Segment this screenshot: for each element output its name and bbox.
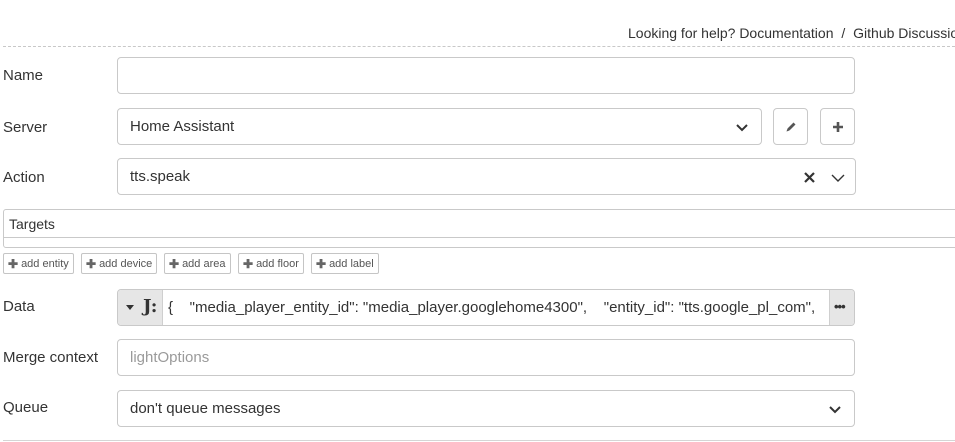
server-select[interactable]: Home Assistant [117,108,762,145]
divider [3,46,955,47]
edit-server-button[interactable] [773,108,808,145]
add-entity-button[interactable]: ✚ add entity [3,253,74,274]
add-entity-label: add entity [21,257,69,270]
plus-icon: ✚ [86,256,97,271]
chevron-down-icon [829,406,841,414]
caret-down-icon [126,305,134,310]
plus-icon: ✚ [316,256,327,271]
targets-header: Targets [9,216,55,232]
targets-divider [4,237,955,238]
add-device-label: add device [99,257,153,270]
server-select-value: Home Assistant [130,118,235,135]
close-icon[interactable] [803,171,816,184]
action-select-value: tts.speak [130,168,191,185]
targets-panel: Targets [3,209,955,248]
queue-select-value: don't queue messages [130,400,281,417]
name-label: Name [3,67,44,84]
add-floor-button[interactable]: ✚ add floor [238,253,304,274]
add-floor-label: add floor [256,257,299,270]
add-label-label: add label [329,257,374,270]
chevron-down-icon[interactable] [831,171,845,184]
data-field[interactable]: J: { "media_player_entity_id": "media_pl… [117,289,855,326]
add-label-button[interactable]: ✚ add label [311,253,379,274]
add-device-button[interactable]: ✚ add device [81,253,158,274]
help-prefix: Looking for help? [628,25,736,41]
documentation-link[interactable]: Documentation [739,25,833,41]
name-input[interactable] [117,57,855,94]
merge-context-input[interactable]: lightOptions [117,339,855,376]
plus-icon: ✚ [243,256,254,271]
plus-icon [832,121,843,132]
add-area-label: add area [182,257,226,270]
merge-context-label: Merge context [3,349,99,366]
add-area-button[interactable]: ✚ add area [164,253,231,274]
chevron-down-icon [736,124,748,132]
plus-icon: ✚ [8,256,19,271]
plus-icon: ✚ [169,256,180,271]
add-server-button[interactable] [820,108,855,145]
queue-label: Queue [3,399,49,416]
jsonata-icon: J: [143,296,158,317]
action-select[interactable]: tts.speak [117,158,856,195]
server-label: Server [3,119,48,136]
pencil-icon [786,122,795,131]
data-label: Data [3,298,35,315]
expand-editor-button[interactable]: ••• [829,290,854,325]
data-value[interactable]: { "media_player_entity_id": "media_playe… [168,299,815,316]
type-selector[interactable]: J: [118,290,163,325]
merge-context-placeholder: lightOptions [130,349,210,366]
help-bar: Looking for help? Documentation / Github… [628,25,955,41]
help-separator: / [841,25,846,41]
action-label: Action [3,169,45,186]
ellipsis-icon: ••• [834,299,846,314]
github-discussions-link[interactable]: Github Discussions [853,25,955,41]
bottom-divider [3,440,955,441]
queue-select[interactable]: don't queue messages [117,390,855,427]
